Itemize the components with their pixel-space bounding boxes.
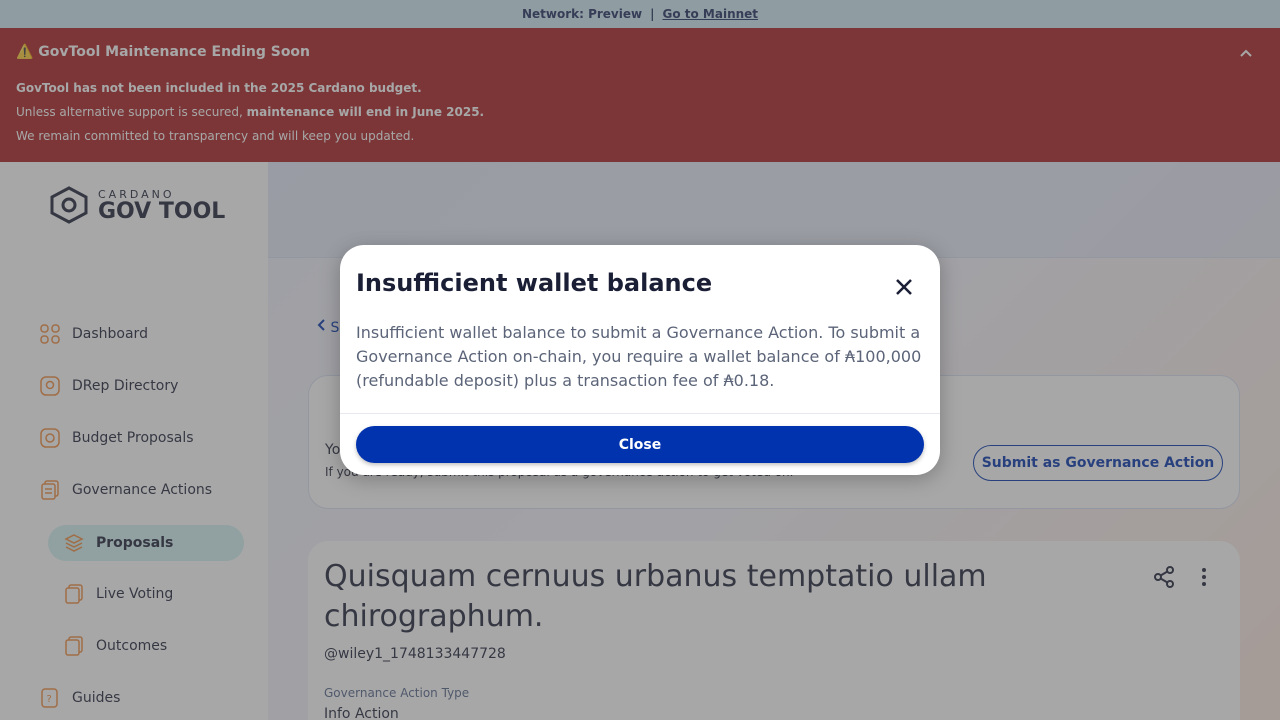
- close-button[interactable]: Close: [356, 426, 924, 463]
- close-icon[interactable]: [892, 275, 916, 299]
- modal-divider: [340, 413, 940, 414]
- insufficient-balance-modal: Insufficient wallet balance Insufficient…: [340, 245, 940, 475]
- modal-body: Insufficient wallet balance to submit a …: [356, 323, 922, 390]
- modal-title: Insufficient wallet balance: [356, 269, 713, 297]
